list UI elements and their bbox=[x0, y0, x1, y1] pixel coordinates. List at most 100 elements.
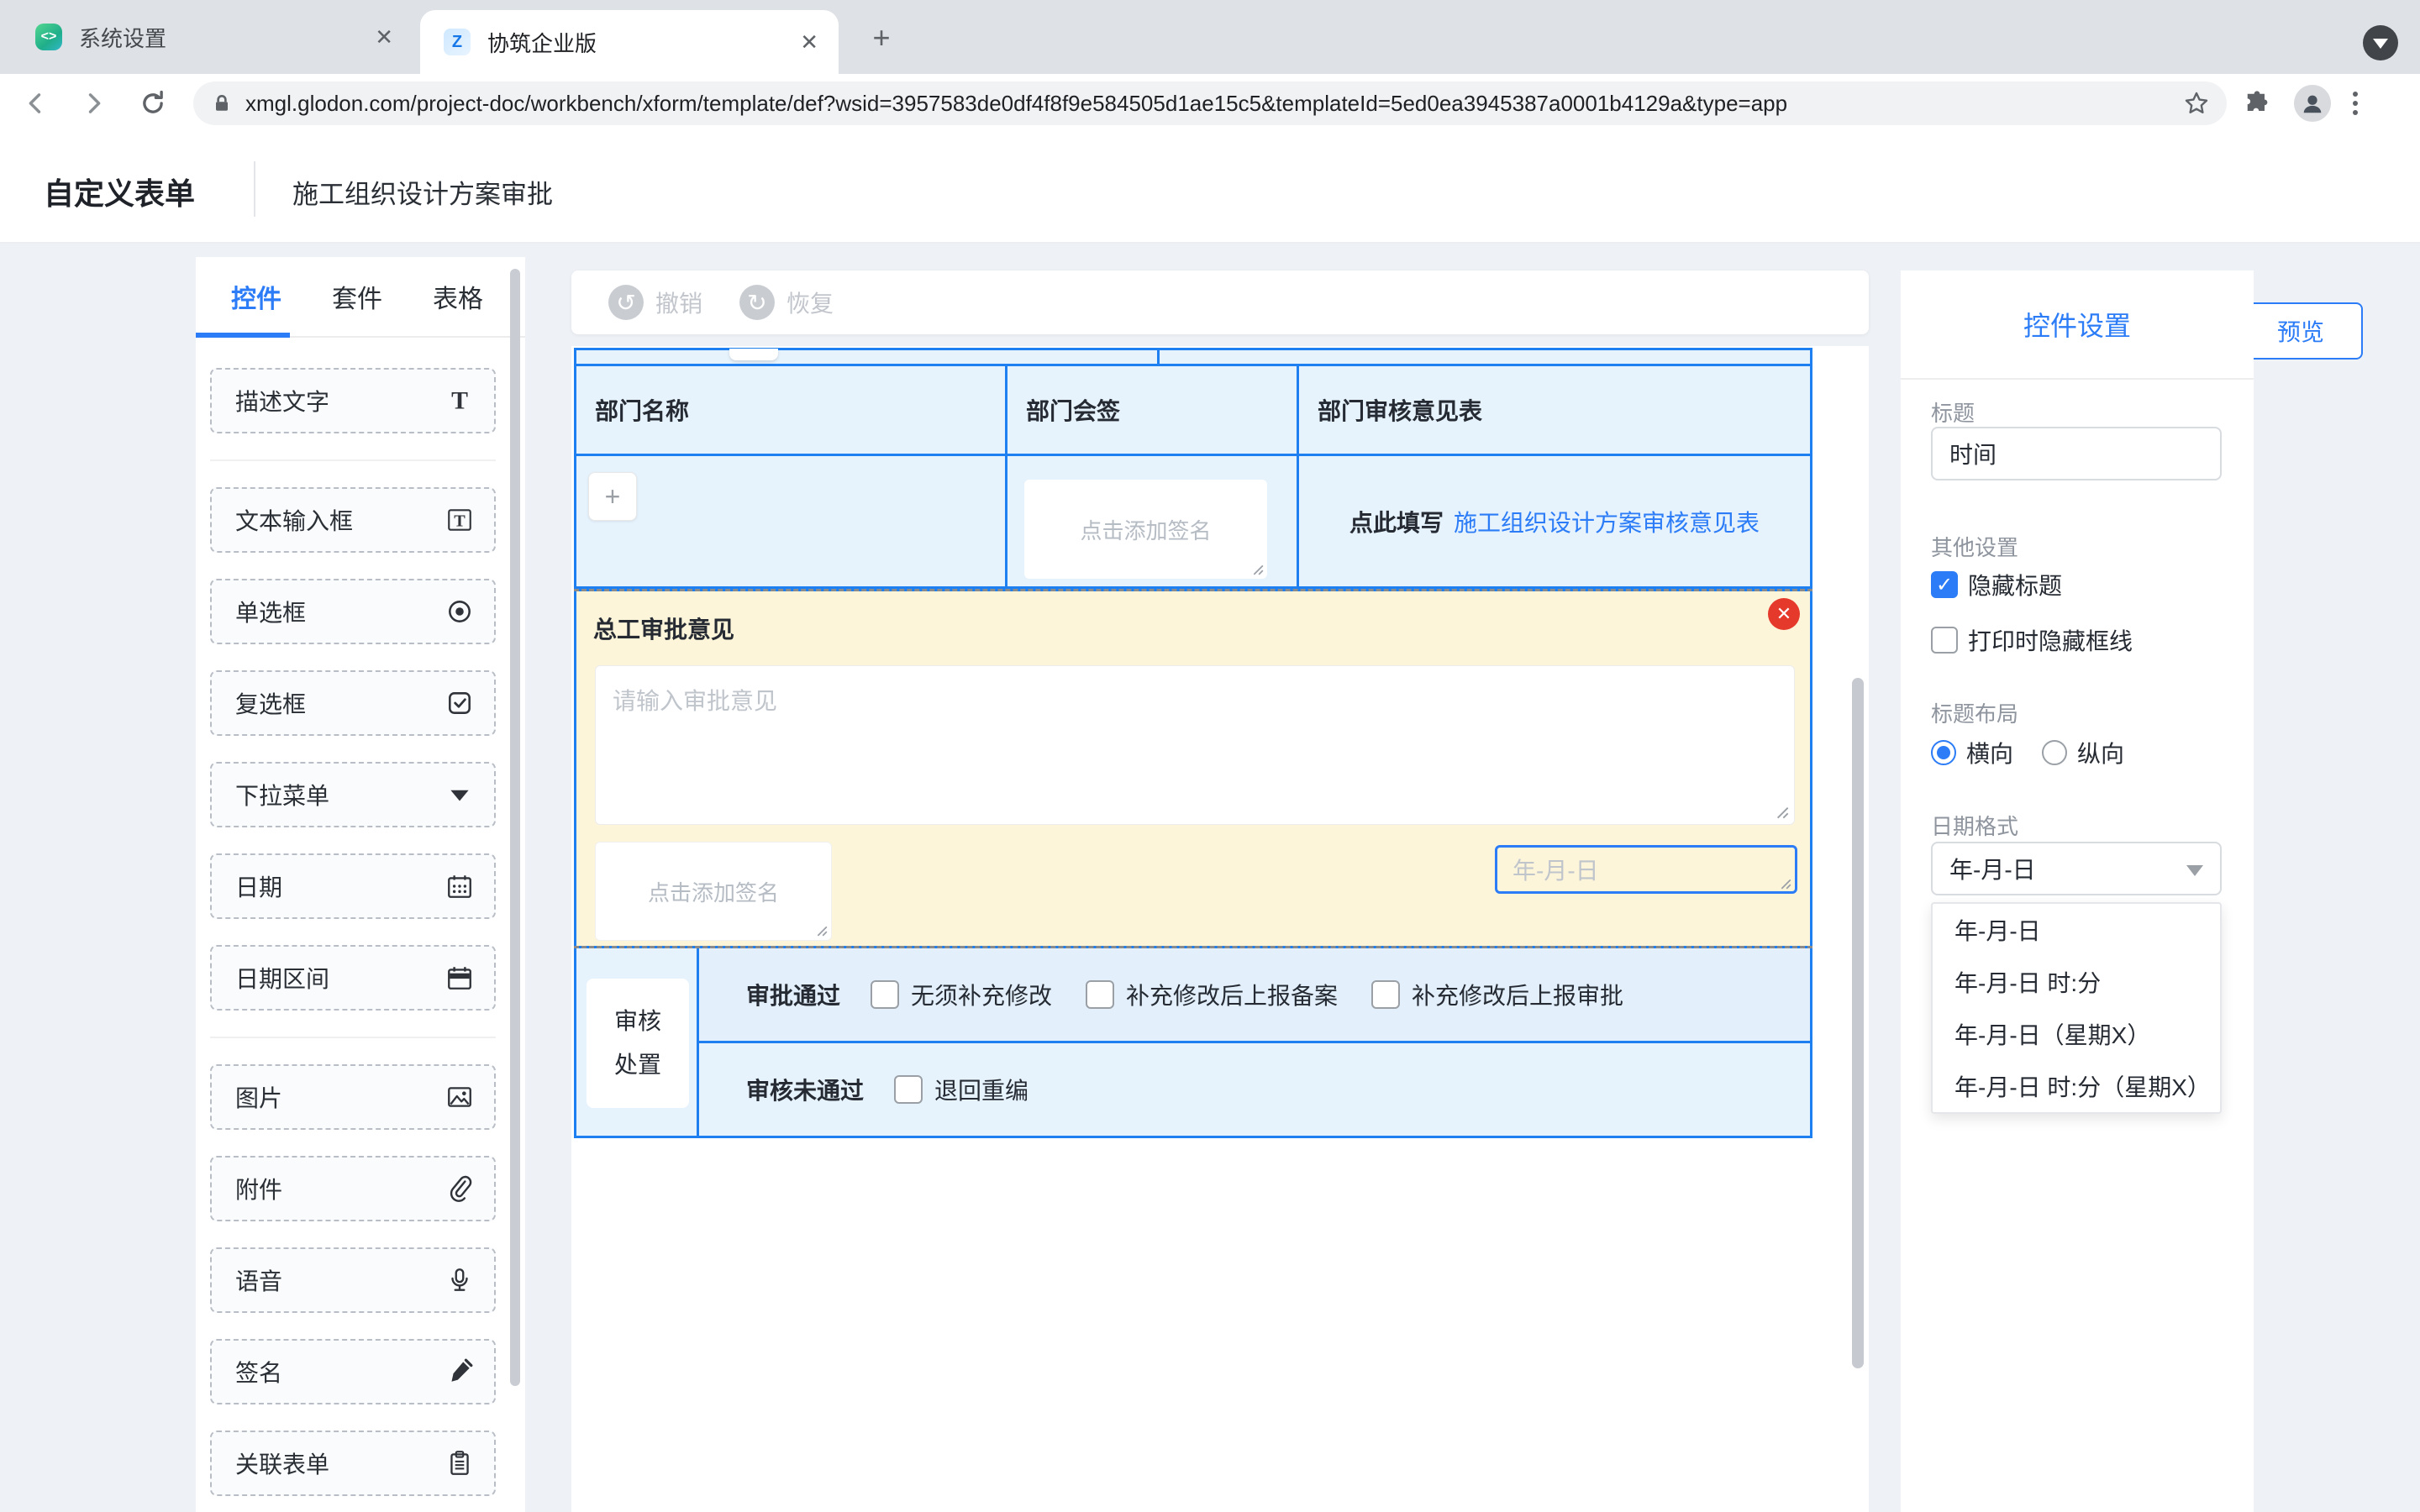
control-item-description-text[interactable]: 描述文字 T bbox=[210, 368, 496, 433]
section-title: 总工审批意见 bbox=[593, 612, 734, 645]
checkbox-icon[interactable] bbox=[1086, 980, 1114, 1009]
preview-button[interactable]: 预览 bbox=[2238, 302, 2363, 360]
profile-avatar[interactable] bbox=[2294, 85, 2331, 122]
checkbox-icon[interactable] bbox=[894, 1075, 923, 1104]
delete-section-button[interactable]: ✕ bbox=[1768, 598, 1800, 630]
cell-department-countersign[interactable]: 点击添加签名 bbox=[1007, 456, 1299, 586]
extensions-icon[interactable] bbox=[2242, 88, 2272, 118]
svg-text:T: T bbox=[451, 387, 468, 415]
resize-handle-icon[interactable] bbox=[1780, 878, 1791, 890]
divider bbox=[210, 1037, 496, 1038]
review-opinion-table-link[interactable]: 施工组织设计方案审核意见表 bbox=[1454, 505, 1760, 538]
checkbox-option[interactable]: 退回重编 bbox=[894, 1073, 1028, 1106]
sidebar-tabs: 控件 套件 表格 bbox=[196, 257, 525, 338]
control-item-voice[interactable]: 语音 bbox=[210, 1247, 496, 1313]
control-item-text-input[interactable]: 文本输入框 T bbox=[210, 487, 496, 553]
checkbox-icon[interactable] bbox=[871, 980, 899, 1009]
tab-title: 协筑企业版 bbox=[487, 27, 790, 58]
control-item-dropdown[interactable]: 下拉菜单 bbox=[210, 762, 496, 827]
cell-department-name[interactable]: + bbox=[576, 456, 1007, 586]
checkbox-option[interactable]: 补充修改后上报备案 bbox=[1086, 978, 1338, 1011]
voice-icon bbox=[445, 1266, 474, 1294]
form-canvas: 部门名称 部门会签 部门审核意见表 + 点击添加签名 bbox=[571, 346, 1869, 1512]
control-item-image[interactable]: 图片 bbox=[210, 1064, 496, 1130]
add-row-button[interactable]: + bbox=[588, 472, 637, 521]
dropdown-icon bbox=[445, 780, 474, 809]
header-cell-review-opinion-table[interactable]: 部门审核意见表 bbox=[1299, 366, 1810, 454]
control-item-checkbox[interactable]: 复选框 bbox=[210, 670, 496, 736]
layout-radio-group: 横向 纵向 bbox=[1931, 736, 2124, 769]
settings-panel-title: 控件设置 bbox=[1901, 270, 2254, 380]
date-format-label: 日期格式 bbox=[1931, 810, 2018, 841]
date-format-option[interactable]: 年-月-日 bbox=[1933, 904, 2220, 956]
control-item-date[interactable]: 日期 bbox=[210, 853, 496, 919]
date-format-select[interactable]: 年-月-日 bbox=[1931, 842, 2222, 895]
hide-title-checkbox-row[interactable]: ✓ 隐藏标题 bbox=[1931, 568, 2062, 601]
review-row-approved[interactable]: 审批通过 无须补充修改 补充修改后上报备案 补充修改后上报审批 bbox=[699, 948, 1810, 1043]
tab-close-icon[interactable]: ✕ bbox=[375, 24, 393, 50]
date-format-option[interactable]: 年-月-日（星期X） bbox=[1933, 1008, 2220, 1060]
cell-review-opinion-table[interactable]: 点此填写 施工组织设计方案审核意见表 bbox=[1299, 456, 1810, 586]
approval-opinion-textarea[interactable]: 请输入审批意见 bbox=[595, 665, 1795, 825]
tab-kits[interactable]: 套件 bbox=[317, 278, 397, 315]
app-header: 自定义表单 施工组织设计方案审批 保存 预览 bbox=[0, 133, 2420, 244]
canvas-scrollbar[interactable] bbox=[1852, 678, 1864, 1368]
fill-here-text: 点此填写 bbox=[1349, 505, 1444, 538]
title-field-input[interactable] bbox=[1931, 427, 2222, 480]
tab-controls[interactable]: 控件 bbox=[216, 278, 297, 315]
hide-border-when-print-checkbox-row[interactable]: 打印时隐藏框线 bbox=[1931, 623, 2133, 657]
browser-menu-icon[interactable] bbox=[2353, 92, 2358, 115]
reload-icon[interactable] bbox=[129, 80, 176, 127]
signature-placeholder-box[interactable]: 点击添加签名 bbox=[595, 842, 832, 941]
date-format-option[interactable]: 年-月-日 时:分（星期X） bbox=[1933, 1060, 2220, 1112]
date-field-selected[interactable]: 年-月-日 bbox=[1495, 845, 1797, 894]
control-item-date-range[interactable]: 日期区间 bbox=[210, 945, 496, 1011]
control-item-radio[interactable]: 单选框 bbox=[210, 579, 496, 644]
new-tab-button[interactable]: + bbox=[862, 18, 901, 57]
checkbox-icon[interactable] bbox=[1371, 980, 1400, 1009]
forward-icon[interactable] bbox=[71, 80, 118, 127]
url-text: xmgl.glodon.com/project-doc/workbench/xf… bbox=[245, 91, 2173, 117]
browser-tab-system-settings[interactable]: <> 系统设置 ✕ bbox=[12, 0, 413, 74]
redo-button[interactable]: ↻ 恢复 bbox=[739, 285, 834, 320]
header-cell-department-countersign[interactable]: 部门会签 bbox=[1007, 366, 1299, 454]
date-format-dropdown: 年-月-日 年-月-日 时:分 年-月-日（星期X） 年-月-日 时:分（星期X… bbox=[1931, 902, 2222, 1114]
table-partial-row bbox=[574, 348, 1812, 366]
svg-text:T: T bbox=[454, 512, 466, 530]
omnibox[interactable]: xmgl.glodon.com/project-doc/workbench/xf… bbox=[193, 81, 2227, 125]
header-cell-department-name[interactable]: 部门名称 bbox=[576, 366, 1007, 454]
sidebar-scrollbar[interactable] bbox=[510, 269, 520, 1386]
signature-placeholder-box[interactable]: 点击添加签名 bbox=[1024, 480, 1267, 579]
control-item-signature[interactable]: 签名 bbox=[210, 1339, 496, 1404]
undo-button[interactable]: ↺ 撤销 bbox=[608, 285, 702, 320]
other-settings-label: 其他设置 bbox=[1931, 531, 2018, 562]
tab-tables[interactable]: 表格 bbox=[418, 278, 498, 315]
checkbox-option[interactable]: 补充修改后上报审批 bbox=[1371, 978, 1623, 1011]
date-format-option[interactable]: 年-月-日 时:分 bbox=[1933, 956, 2220, 1008]
control-item-attachment[interactable]: 附件 bbox=[210, 1156, 496, 1221]
divider bbox=[210, 459, 496, 461]
tab-search-button[interactable] bbox=[2363, 25, 2398, 60]
control-item-linked-form[interactable]: 关联表单 bbox=[210, 1431, 496, 1496]
checkbox-checked-icon[interactable]: ✓ bbox=[1931, 571, 1958, 598]
review-side-cell[interactable]: 审核 处置 bbox=[576, 948, 699, 1136]
bookmark-star-icon[interactable] bbox=[2183, 90, 2210, 117]
tab-close-icon[interactable]: ✕ bbox=[800, 29, 818, 55]
radio-unselected-icon[interactable] bbox=[2042, 740, 2067, 765]
resize-handle-icon[interactable] bbox=[1776, 806, 1789, 819]
resize-handle-icon[interactable] bbox=[1252, 564, 1264, 575]
drag-handle[interactable] bbox=[729, 349, 778, 360]
review-row-rejected[interactable]: 审核未通过 退回重编 bbox=[699, 1043, 1810, 1136]
browser-tabstrip: <> 系统设置 ✕ Z 协筑企业版 ✕ + bbox=[0, 0, 2420, 74]
settings-panel: 控件设置 标题 其他设置 ✓ 隐藏标题 打印时隐藏框线 标题布局 横向 纵向 日… bbox=[1901, 270, 2254, 1512]
review-disposition-section: 审核 处置 审批通过 无须补充修改 补充修改后上报备案 补充修改后上报审批 审核… bbox=[574, 948, 1812, 1138]
radio-selected-icon[interactable] bbox=[1931, 740, 1956, 765]
chevron-down-icon bbox=[2186, 865, 2203, 876]
chief-engineer-approval-section[interactable]: 总工审批意见 请输入审批意见 点击添加签名 年-月-日 bbox=[574, 589, 1812, 948]
checkbox-unchecked-icon[interactable] bbox=[1931, 627, 1958, 654]
browser-tab-active[interactable]: Z 协筑企业版 ✕ bbox=[420, 10, 839, 74]
selection-dashed-border bbox=[574, 946, 1812, 948]
checkbox-option[interactable]: 无须补充修改 bbox=[871, 978, 1052, 1011]
resize-handle-icon[interactable] bbox=[816, 925, 828, 937]
back-icon[interactable] bbox=[12, 80, 59, 127]
